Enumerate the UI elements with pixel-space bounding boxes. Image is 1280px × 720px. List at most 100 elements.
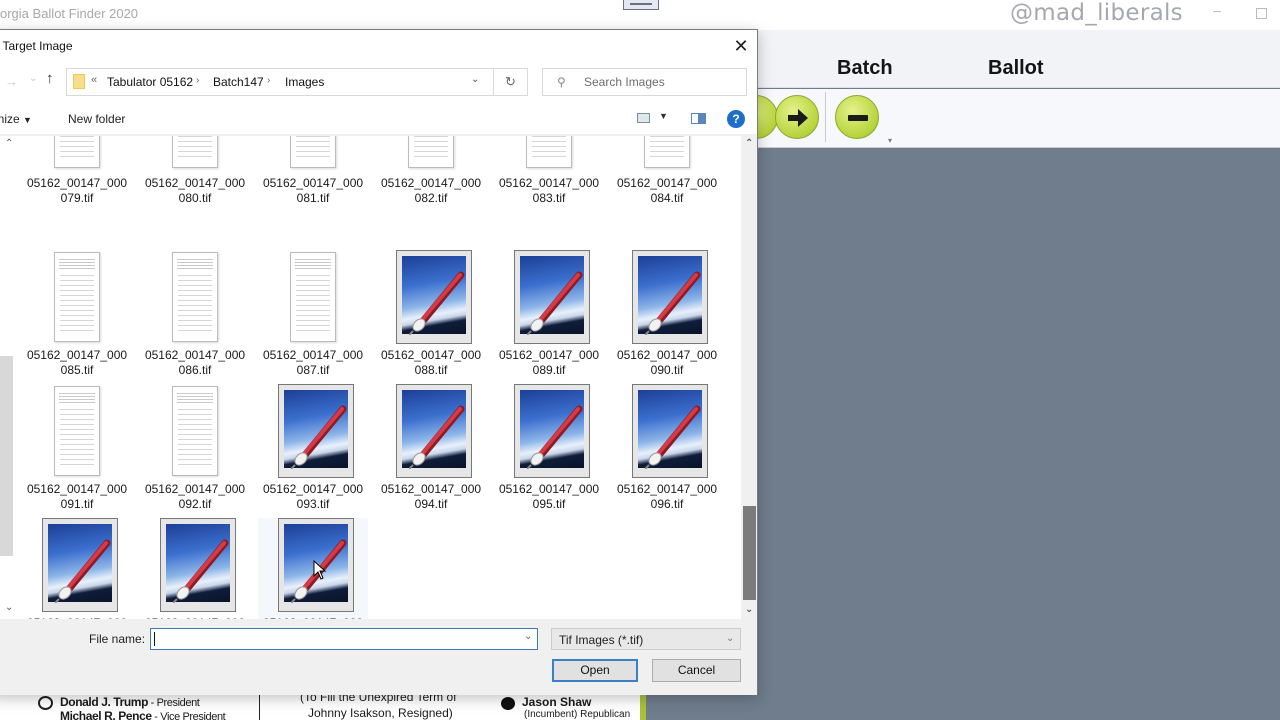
- file-item[interactable]: 05162_00147_000 093.tif: [258, 384, 368, 514]
- search-input[interactable]: ⚲ Search Images: [542, 68, 747, 96]
- file-name-line1: 05162_00147_000: [380, 348, 482, 362]
- scrollbar-thumb[interactable]: [743, 506, 756, 600]
- app-title: orgia Ballot Finder 2020: [0, 6, 139, 21]
- file-name-line1: 05162_00147_000: [380, 176, 482, 190]
- cancel-button[interactable]: Cancel: [652, 659, 741, 682]
- remove-button[interactable]: [835, 95, 879, 139]
- file-item[interactable]: 05162_00147_000098.tif: [140, 518, 250, 619]
- file-item[interactable]: 05162_00147_000 087.tif: [258, 250, 368, 380]
- file-item[interactable]: 05162_00147_000 084.tif: [612, 136, 722, 266]
- file-item[interactable]: 05162_00147_000 090.tif: [612, 250, 722, 380]
- ballot-preview: Donald J. Trump - President Michael R. P…: [0, 692, 645, 720]
- breadcrumb-chevron-icon[interactable]: ›: [196, 75, 199, 86]
- scroll-down-icon[interactable]: ⌄: [5, 602, 13, 613]
- dialog-titlebar[interactable]: : Target Image ✕: [0, 30, 757, 62]
- file-name: 05162_00147_000 096.tif: [612, 482, 722, 512]
- file-item[interactable]: 05162_00147_000 079.tif: [22, 136, 132, 266]
- ballot-scan-thumbnail: [526, 136, 572, 168]
- recent-locations-chevron-icon[interactable]: ⌄: [29, 73, 37, 84]
- file-item[interactable]: 05162_00147_000097.tif: [22, 518, 132, 619]
- chevron-down-icon: ⌄: [726, 633, 735, 644]
- file-name-line2: 084.tif: [650, 191, 684, 205]
- navigation-pane-scrollbar[interactable]: [0, 356, 13, 556]
- file-item[interactable]: 05162_00147_000 096.tif: [612, 384, 722, 514]
- chevron-down-icon: ▼: [23, 115, 32, 125]
- file-name: 05162_00147_000098.tif: [140, 616, 250, 619]
- file-name-line1: 05162_00147_000: [380, 482, 482, 496]
- ballot-scan-thumbnail: [172, 136, 218, 168]
- chevron-down-icon[interactable]: ⌄: [471, 74, 479, 85]
- file-item[interactable]: 05162_00147_000 091.tif: [22, 384, 132, 514]
- dialog-footer: File name: ⌄ Tif Images (*.tif) ⌄ Open C…: [0, 620, 757, 695]
- column-ballot: Ballot: [988, 57, 1044, 79]
- file-name-line2: 094.tif: [414, 497, 448, 511]
- scroll-up-icon[interactable]: ⌃: [5, 138, 13, 149]
- file-item[interactable]: 05162_00147_000 080.tif: [140, 136, 250, 266]
- breadcrumb-chevron-icon[interactable]: ›: [267, 75, 270, 86]
- file-name-line2: 082.tif: [414, 191, 448, 205]
- next-button[interactable]: [775, 95, 819, 139]
- scroll-down-icon[interactable]: ⌄: [745, 604, 753, 615]
- file-item[interactable]: 05162_00147_000 092.tif: [140, 384, 250, 514]
- chevron-down-icon[interactable]: ⌄: [524, 631, 532, 642]
- view-icon[interactable]: [637, 113, 650, 123]
- open-file-dialog: : Target Image ✕ → ⌄ ↑ « Tabulator 05162…: [0, 29, 758, 695]
- image-file-icon: [632, 384, 708, 478]
- file-item[interactable]: 05162_00147_000 088.tif: [376, 250, 486, 380]
- breadcrumb-batch[interactable]: Batch147: [213, 75, 264, 89]
- file-name-line2: 092.tif: [178, 497, 212, 511]
- file-name-line1: 05162_00147_000: [263, 616, 363, 619]
- file-name: 05162_00147_000 086.tif: [140, 348, 250, 378]
- file-name: 05162_00147_000 095.tif: [494, 482, 604, 512]
- file-item[interactable]: 05162_00147_000 085.tif: [22, 250, 132, 380]
- image-file-icon: [396, 384, 472, 478]
- candidate-name: Donald J. Trump: [60, 695, 149, 709]
- candidate-name: Jason Shaw: [522, 695, 592, 709]
- address-bar[interactable]: « Tabulator 05162 › Batch147 › Images ⌄: [66, 68, 494, 96]
- refresh-icon[interactable]: ↻: [494, 68, 528, 96]
- file-name: 05162_00147_000 079.tif: [22, 176, 132, 206]
- file-item[interactable]: 05162_00147_000 086.tif: [140, 250, 250, 380]
- open-button[interactable]: Open: [552, 659, 638, 682]
- file-item[interactable]: 05162_00147_000 089.tif: [494, 250, 604, 380]
- app-canvas: [740, 148, 1280, 720]
- file-name-line2: 093.tif: [296, 497, 330, 511]
- file-item[interactable]: 05162_00147_000 083.tif: [494, 136, 604, 266]
- search-placeholder: Search Images: [584, 75, 665, 89]
- candidate-party: (Incumbent) Republican: [524, 709, 631, 720]
- file-item[interactable]: 05162_00147_000 095.tif: [494, 384, 604, 514]
- new-folder-button[interactable]: New folder: [68, 112, 125, 126]
- file-type-select[interactable]: Tif Images (*.tif) ⌄: [551, 628, 741, 650]
- up-arrow-icon[interactable]: ↑: [46, 70, 54, 87]
- paintbrush-icon: [173, 539, 229, 603]
- file-item[interactable]: 05162_00147_000 094.tif: [376, 384, 486, 514]
- file-name-input[interactable]: [150, 628, 538, 650]
- breadcrumb-images[interactable]: Images: [285, 75, 324, 89]
- file-list-scrollbar[interactable]: ⌃ ⌄: [741, 136, 757, 619]
- file-name: 05162_00147_000099.tif: [258, 616, 368, 619]
- minimize-button[interactable]: –: [1210, 2, 1224, 22]
- candidate-role: - President: [148, 697, 200, 709]
- breadcrumb-tabulator[interactable]: Tabulator 05162: [107, 75, 193, 89]
- chevron-down-icon[interactable]: ▼: [659, 111, 668, 121]
- scroll-up-icon[interactable]: ⌃: [745, 138, 753, 149]
- image-file-icon: [514, 384, 590, 478]
- file-item[interactable]: 05162_00147_000 082.tif: [376, 136, 486, 266]
- help-icon[interactable]: ?: [727, 110, 745, 128]
- filled-bubble-icon: [501, 697, 515, 710]
- preview-pane-icon[interactable]: [691, 113, 706, 124]
- toolbar-grip-icon[interactable]: ▾: [888, 136, 892, 145]
- candidate-name: Michael R. Pence: [60, 709, 152, 720]
- organize-menu[interactable]: anize ▼: [0, 112, 32, 126]
- file-name: 05162_00147_000097.tif: [22, 616, 132, 619]
- file-item[interactable]: 05162_00147_000 081.tif: [258, 136, 368, 266]
- file-list: 05162_00147_000 079.tif 05162_00147_000 080…: [17, 136, 741, 619]
- breadcrumb-overflow[interactable]: «: [91, 74, 97, 86]
- close-icon[interactable]: ✕: [731, 36, 751, 56]
- file-name-line1: 05162_00147_000: [144, 176, 246, 190]
- collapse-button[interactable]: [623, 0, 659, 10]
- maximize-button[interactable]: [1256, 8, 1267, 19]
- forward-arrow-icon[interactable]: →: [5, 74, 18, 89]
- file-name-line1: 05162_00147_000: [616, 482, 718, 496]
- ballot-scan-thumbnail: [54, 386, 100, 476]
